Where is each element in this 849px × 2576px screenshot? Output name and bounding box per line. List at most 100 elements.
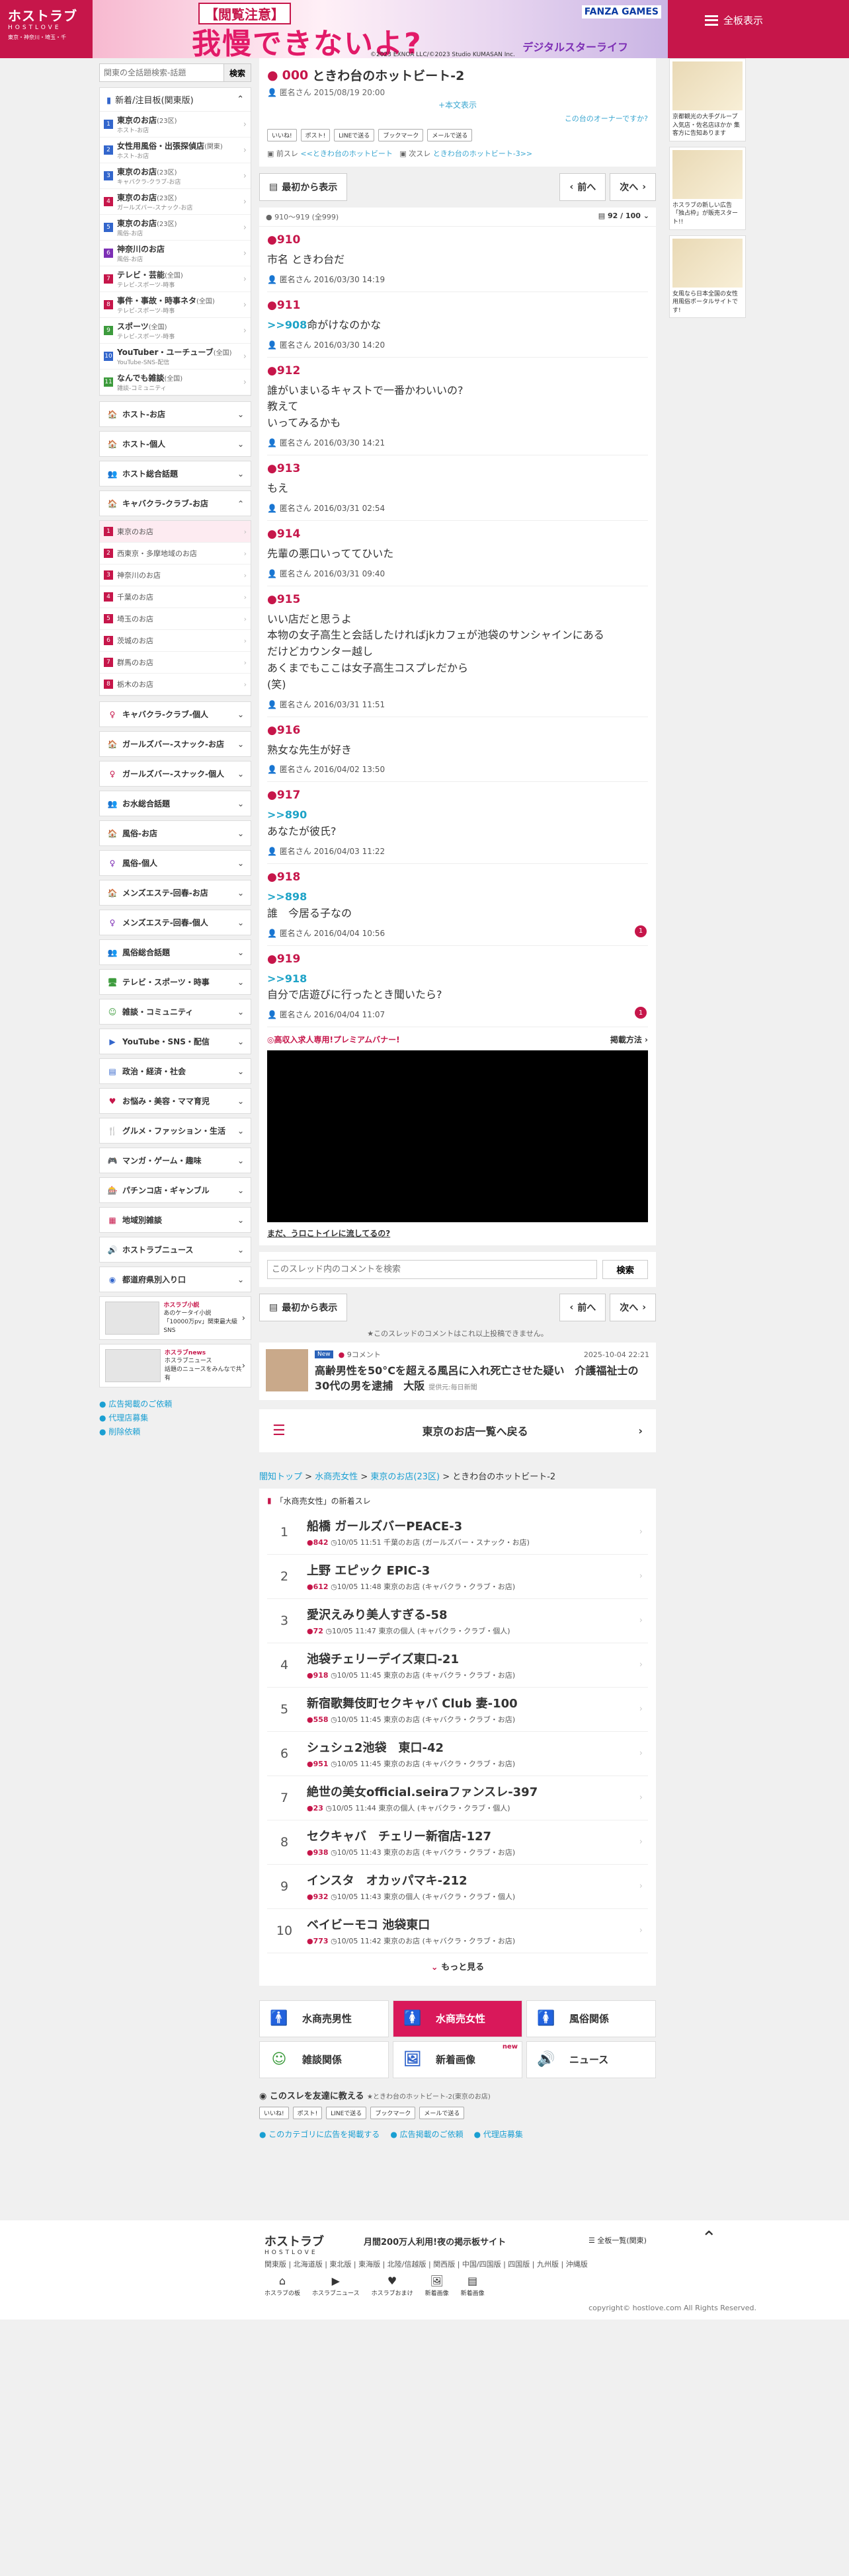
share-button[interactable]: いいね! (259, 2106, 289, 2119)
show-first-button-bottom[interactable]: ▤ 最初から表示 (259, 1294, 348, 1322)
breadcrumb-link[interactable]: 闇知トップ (259, 1472, 302, 1482)
top-board-item[interactable]: 1 東京のお店(23区) ホスト-お店 › (100, 112, 251, 137)
category-button[interactable]: 🖼 新着画像 new (393, 2041, 522, 2078)
show-body-link[interactable]: +本文表示 (267, 99, 648, 110)
side-ad[interactable]: ホスラブ小説 あのケータイ小説 「10000万pv」関東最大級SNS › (99, 1296, 251, 1340)
kyaba-sub-item[interactable]: 4 千葉のお店 › (100, 586, 251, 608)
next-thread-link[interactable]: ときわ台のホットビート-3>> (433, 149, 532, 158)
section-toggle[interactable]: ▤ 政治・経済・社会 ⌄ (99, 1058, 251, 1084)
prev-page-button-bottom[interactable]: ‹ 前へ (559, 1294, 606, 1322)
premium-foot-link[interactable]: まだ、うロこトイレに流してるの? (267, 1228, 648, 1239)
footer-areas[interactable]: 関東版 | 北海道版 | 東北版 | 東海版 | 北陸/信越版 | 関西版 | … (264, 2259, 588, 2269)
section-toggle[interactable]: ♀ ガールズバー-スナック-個人 ⌄ (99, 761, 251, 787)
right-ad[interactable]: ホスラブの新しい広告「独占枠」が販売スタート!! (669, 146, 746, 230)
top-board-item[interactable]: 3 東京のお店(23区) キャバクラ-クラブ-お店 › (100, 163, 251, 189)
kyaba-sub-item[interactable]: 5 埼玉のお店 › (100, 608, 251, 630)
thread-row[interactable]: 4 池袋チェリーデイズ東口-21 ●918 ◷10/05 11:45 東京のお店 (… (267, 1643, 648, 1688)
section-toggle[interactable]: 👥 お水総合話題 ⌄ (99, 791, 251, 816)
section-toggle[interactable]: ▦ 地域別雑談 ⌄ (99, 1207, 251, 1233)
top-board-item[interactable]: 5 東京のお店(23区) 風俗-お店 › (100, 215, 251, 241)
thread-search-input[interactable] (267, 1260, 598, 1280)
next-page-button[interactable]: 次へ › (610, 173, 656, 201)
top-boards-header[interactable]: ▮ 新着/注目板(関東版) ⌃ (100, 88, 251, 112)
breadcrumb-link[interactable]: 東京のお店(23区) (370, 1472, 440, 1482)
footer-logo[interactable]: ホストラブ HOSTLOVE (264, 2232, 324, 2256)
share-button[interactable]: ブックマーク (370, 2106, 416, 2119)
thread-row[interactable]: 3 愛沢えみり美人すぎる-58 ●72 ◷10/05 11:47 東京の個人 (キャ… (267, 1599, 648, 1643)
share-button[interactable]: LINEで送る (334, 129, 375, 141)
section-toggle[interactable]: 🏠 ガールズバー-スナック-お店 ⌄ (99, 731, 251, 757)
top-board-item[interactable]: 6 神奈川のお店 風俗-お店 › (100, 241, 251, 266)
prev-page-button[interactable]: ‹ 前へ (559, 173, 606, 201)
side-link[interactable]: ● 代理店募集 (99, 1412, 251, 1423)
thread-row[interactable]: 5 新宿歌舞伎町セクキャバ Club 妻-100 ●558 ◷10/05 11:45… (267, 1688, 648, 1732)
top-board-item[interactable]: 11 なんでも雑談(全国) 雑談-コミュニティ › (100, 370, 251, 395)
news-item[interactable]: New ● 9コメント 2025-10-04 22:21 高齢男性を50°Cを超える… (259, 1343, 656, 1400)
right-ad[interactable]: 京都観光の大手グループ入気店・佐名店ほかか 集客方に告知あります (669, 58, 746, 141)
section-toggle[interactable]: ♀ メンズエステ-回春-個人 ⌄ (99, 910, 251, 935)
post-number[interactable]: 916 (277, 724, 301, 737)
bottom-link[interactable]: ● 代理店募集 (474, 2128, 523, 2140)
section-toggle[interactable]: ☺ 雑談・コミュニティ ⌄ (99, 999, 251, 1025)
side-ad[interactable]: ホスラブnews ホスラブニュース 話題のニュースをみんなで共有 › (99, 1344, 251, 1387)
back-to-list-button[interactable]: ☰ 東京のお店一覧へ戻る › (259, 1409, 656, 1452)
reply-count-badge[interactable]: 1 (635, 925, 647, 937)
kyaba-sub-item[interactable]: 3 神奈川のお店 › (100, 565, 251, 586)
top-board-item[interactable]: 10 YouTuber・ユーチューブ(全国) YouTube-SNS-配信 › (100, 344, 251, 370)
share-button[interactable]: ポスト! (300, 129, 331, 141)
top-board-item[interactable]: 7 テレビ・芸能(全国) テレビ-スポーツ-時事 › (100, 266, 251, 292)
post-number[interactable]: 917 (277, 789, 301, 802)
top-board-item[interactable]: 8 事件・事故・時事ネタ(全国) テレビ-スポーツ-時事 › (100, 292, 251, 318)
breadcrumb-link[interactable]: 水商売女性 (315, 1472, 358, 1482)
share-button[interactable]: LINEで送る (326, 2106, 367, 2119)
share-button[interactable]: いいね! (267, 129, 297, 141)
post-reply-ref[interactable]: >>908 (267, 319, 307, 331)
global-search-button[interactable]: 検索 (223, 64, 251, 81)
post-number[interactable]: 918 (277, 871, 301, 884)
kyaba-sub-item[interactable]: 6 茨城のお店 › (100, 630, 251, 652)
section-toggle[interactable]: 🖥 テレビ・スポーツ・時事 ⌄ (99, 969, 251, 995)
category-button[interactable]: 🚹 水商売男性 (259, 2000, 389, 2037)
footer-nav-item[interactable]: 🖼 新着画像 (425, 2275, 449, 2297)
post-number[interactable]: 911 (277, 299, 301, 312)
kyaba-sub-item[interactable]: 8 栃木のお店 › (100, 674, 251, 695)
side-link[interactable]: ● 削除依頼 (99, 1426, 251, 1437)
bottom-link[interactable]: ● 広告掲載のご依頼 (390, 2128, 463, 2140)
prev-thread-link[interactable]: <<ときわ台のホットビート (300, 149, 392, 158)
kyaba-sub-item[interactable]: 1 東京のお店 › (100, 521, 251, 543)
section-toggle[interactable]: 🏠 ホスト-個人 ⌄ (99, 431, 251, 457)
section-toggle[interactable]: 🏠 キャバクラ-クラブ-お店 ⌃ (99, 490, 251, 516)
post-number[interactable]: 914 (277, 527, 301, 541)
kyaba-sub-item[interactable]: 2 西東京・多摩地域のお店 › (100, 543, 251, 565)
footer-nav-item[interactable]: ▶ ホスラブニュース (312, 2275, 360, 2297)
post-reply-ref[interactable]: >>898 (267, 890, 307, 903)
side-link[interactable]: ● 広告掲載のご依頼 (99, 1398, 251, 1409)
share-button[interactable]: メールで送る (427, 129, 473, 141)
category-button[interactable]: 🚺 水商売女性 (393, 2000, 522, 2037)
section-toggle[interactable]: 🎰 パチンコ店・ギャンブル ⌄ (99, 1177, 251, 1203)
more-button[interactable]: ⌄ もっと見る (267, 1953, 648, 1979)
footer-nav-item[interactable]: ⌂ ホスラブの板 (264, 2275, 300, 2297)
owner-link[interactable]: この台のオーナーですか? (267, 113, 648, 124)
thread-search-button[interactable]: 検索 (602, 1260, 648, 1280)
post-reply-ref[interactable]: >>918 (267, 972, 307, 985)
section-toggle[interactable]: 👥 風俗総合話題 ⌄ (99, 939, 251, 965)
section-toggle[interactable]: ♥ お悩み・美容・ママ育児 ⌄ (99, 1088, 251, 1114)
section-toggle[interactable]: ▶ YouTube・SNS・配信 ⌄ (99, 1029, 251, 1054)
section-toggle[interactable]: 🏠 ホスト-お店 ⌄ (99, 401, 251, 427)
section-toggle[interactable]: ♀ 風俗-個人 ⌄ (99, 850, 251, 876)
thread-row[interactable]: 2 上野 エピック EPIC-3 ●612 ◷10/05 11:48 東京のお店 (… (267, 1555, 648, 1599)
footer-all-link[interactable]: ☰ 全板一覧(関東) (588, 2235, 647, 2245)
section-toggle[interactable]: 👥 ホスト総合話題 ⌄ (99, 461, 251, 487)
share-button[interactable]: ポスト! (292, 2106, 323, 2119)
top-board-item[interactable]: 4 東京のお店(23区) ガールズバー-スナック-お店 › (100, 189, 251, 215)
post-number[interactable]: 910 (277, 233, 301, 247)
share-button[interactable]: ブックマーク (378, 129, 424, 141)
footer-nav-item[interactable]: ♥ ホスラブおまけ (372, 2275, 413, 2297)
top-board-item[interactable]: 2 女性用風俗・出張探偵店(関東) ホスト-お店 › (100, 137, 251, 163)
post-number[interactable]: 912 (277, 364, 301, 377)
section-toggle[interactable]: 🏠 メンズエステ-回春-お店 ⌄ (99, 880, 251, 906)
category-button[interactable]: ☺ 雑談関係 (259, 2041, 389, 2078)
all-boards-button[interactable]: 全板表示 (704, 13, 763, 27)
thread-row[interactable]: 9 インスタ オカッパマキ-212 ●932 ◷10/05 11:43 東京の個人 … (267, 1865, 648, 1909)
